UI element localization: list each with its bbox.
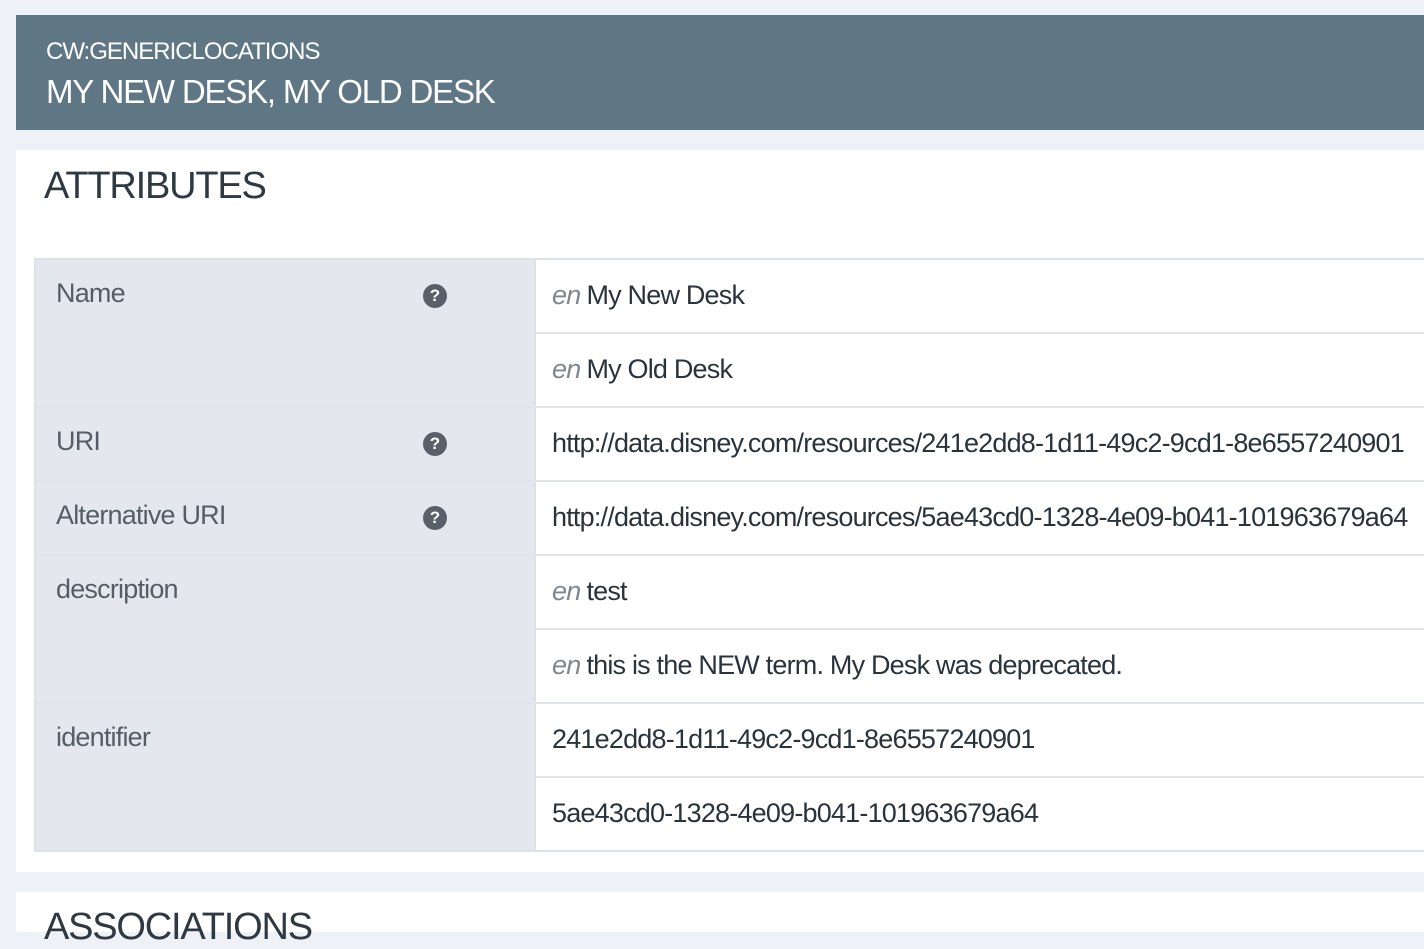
- value-cell: http://data.disney.com/resources/5ae43cd…: [536, 482, 1424, 554]
- language-tag: en: [552, 576, 581, 606]
- value-text: en My Old Desk: [552, 354, 733, 385]
- attributes-section-title: ATTRIBUTES: [44, 165, 267, 207]
- value-cell: http://data.disney.com/resources/241e2dd…: [536, 408, 1424, 480]
- attribute-label-uri: URI: [56, 426, 101, 456]
- language-tag: en: [552, 354, 581, 384]
- attribute-row-identifier: identifier 241e2dd8-1d11-49c2-9cd1-8e655…: [36, 704, 1424, 850]
- attribute-label-cell: URI ?: [36, 408, 536, 480]
- attribute-values: en My New Desk en My Old Desk: [536, 260, 1424, 406]
- attribute-label-cell: identifier: [36, 704, 536, 850]
- page-header: CW:GENERICLOCATIONS MY NEW DESK, MY OLD …: [16, 15, 1424, 130]
- uri-value[interactable]: http://data.disney.com/resources/241e2dd…: [552, 428, 1405, 459]
- attribute-values: en test en this is the NEW term. My Desk w…: [536, 556, 1424, 702]
- header-type-label: CW:GENERICLOCATIONS: [46, 38, 320, 65]
- attribute-row-name: Name ? en My New Desk en My Old Desk: [36, 260, 1424, 408]
- value-label: My Old Desk: [586, 354, 733, 384]
- attribute-label-cell: Name ?: [36, 260, 536, 406]
- value-label: test: [586, 576, 627, 606]
- question-circle-icon[interactable]: ?: [423, 432, 447, 456]
- attribute-label-alternative-uri: Alternative URI: [56, 500, 226, 530]
- attribute-label-name: Name: [56, 278, 126, 308]
- language-tag: en: [552, 650, 581, 680]
- associations-panel: ASSOCIATIONS: [16, 892, 1424, 948]
- associations-section-title: ASSOCIATIONS: [44, 906, 313, 948]
- attribute-values: 241e2dd8-1d11-49c2-9cd1-8e6557240901 5ae…: [536, 704, 1424, 850]
- value-cell: 241e2dd8-1d11-49c2-9cd1-8e6557240901: [536, 704, 1424, 778]
- value-text: en My New Desk: [552, 280, 745, 311]
- value-cell: en this is the NEW term. My Desk was depr…: [536, 630, 1424, 702]
- identifier-value: 5ae43cd0-1328-4e09-b041-101963679a64: [552, 798, 1039, 828]
- value-cell: en test: [536, 556, 1424, 630]
- value-label: this is the NEW term. My Desk was deprec…: [586, 650, 1123, 680]
- identifier-value: 241e2dd8-1d11-49c2-9cd1-8e6557240901: [552, 724, 1035, 754]
- value-label: My New Desk: [586, 280, 745, 310]
- value-text: en this is the NEW term. My Desk was depr…: [552, 650, 1123, 681]
- value-cell: en My New Desk: [536, 260, 1424, 334]
- value-cell: en My Old Desk: [536, 334, 1424, 406]
- question-circle-icon[interactable]: ?: [423, 506, 447, 530]
- page-title: MY NEW DESK, MY OLD DESK: [46, 73, 496, 110]
- attribute-label-cell: description: [36, 556, 536, 702]
- language-tag: en: [552, 280, 581, 310]
- attribute-row-alternative-uri: Alternative URI ? http://data.disney.com…: [36, 482, 1424, 556]
- attribute-row-description: description en test en this is the NEW ter…: [36, 556, 1424, 704]
- attributes-panel: ATTRIBUTES Name ? en My New Desk en My Old…: [16, 150, 1424, 872]
- value-cell: 5ae43cd0-1328-4e09-b041-101963679a64: [536, 778, 1424, 850]
- attribute-row-uri: URI ? http://data.disney.com/resources/2…: [36, 408, 1424, 482]
- attribute-label-identifier: identifier: [56, 722, 151, 752]
- attribute-label-cell: Alternative URI ?: [36, 482, 536, 554]
- attributes-table: Name ? en My New Desk en My Old Desk URI ?…: [34, 258, 1424, 852]
- attribute-values: http://data.disney.com/resources/5ae43cd…: [536, 482, 1424, 554]
- value-text: en test: [552, 576, 628, 607]
- attribute-label-description: description: [56, 574, 179, 604]
- attribute-values: http://data.disney.com/resources/241e2dd…: [536, 408, 1424, 480]
- alternative-uri-value[interactable]: http://data.disney.com/resources/5ae43cd…: [552, 502, 1408, 533]
- question-circle-icon[interactable]: ?: [423, 284, 447, 308]
